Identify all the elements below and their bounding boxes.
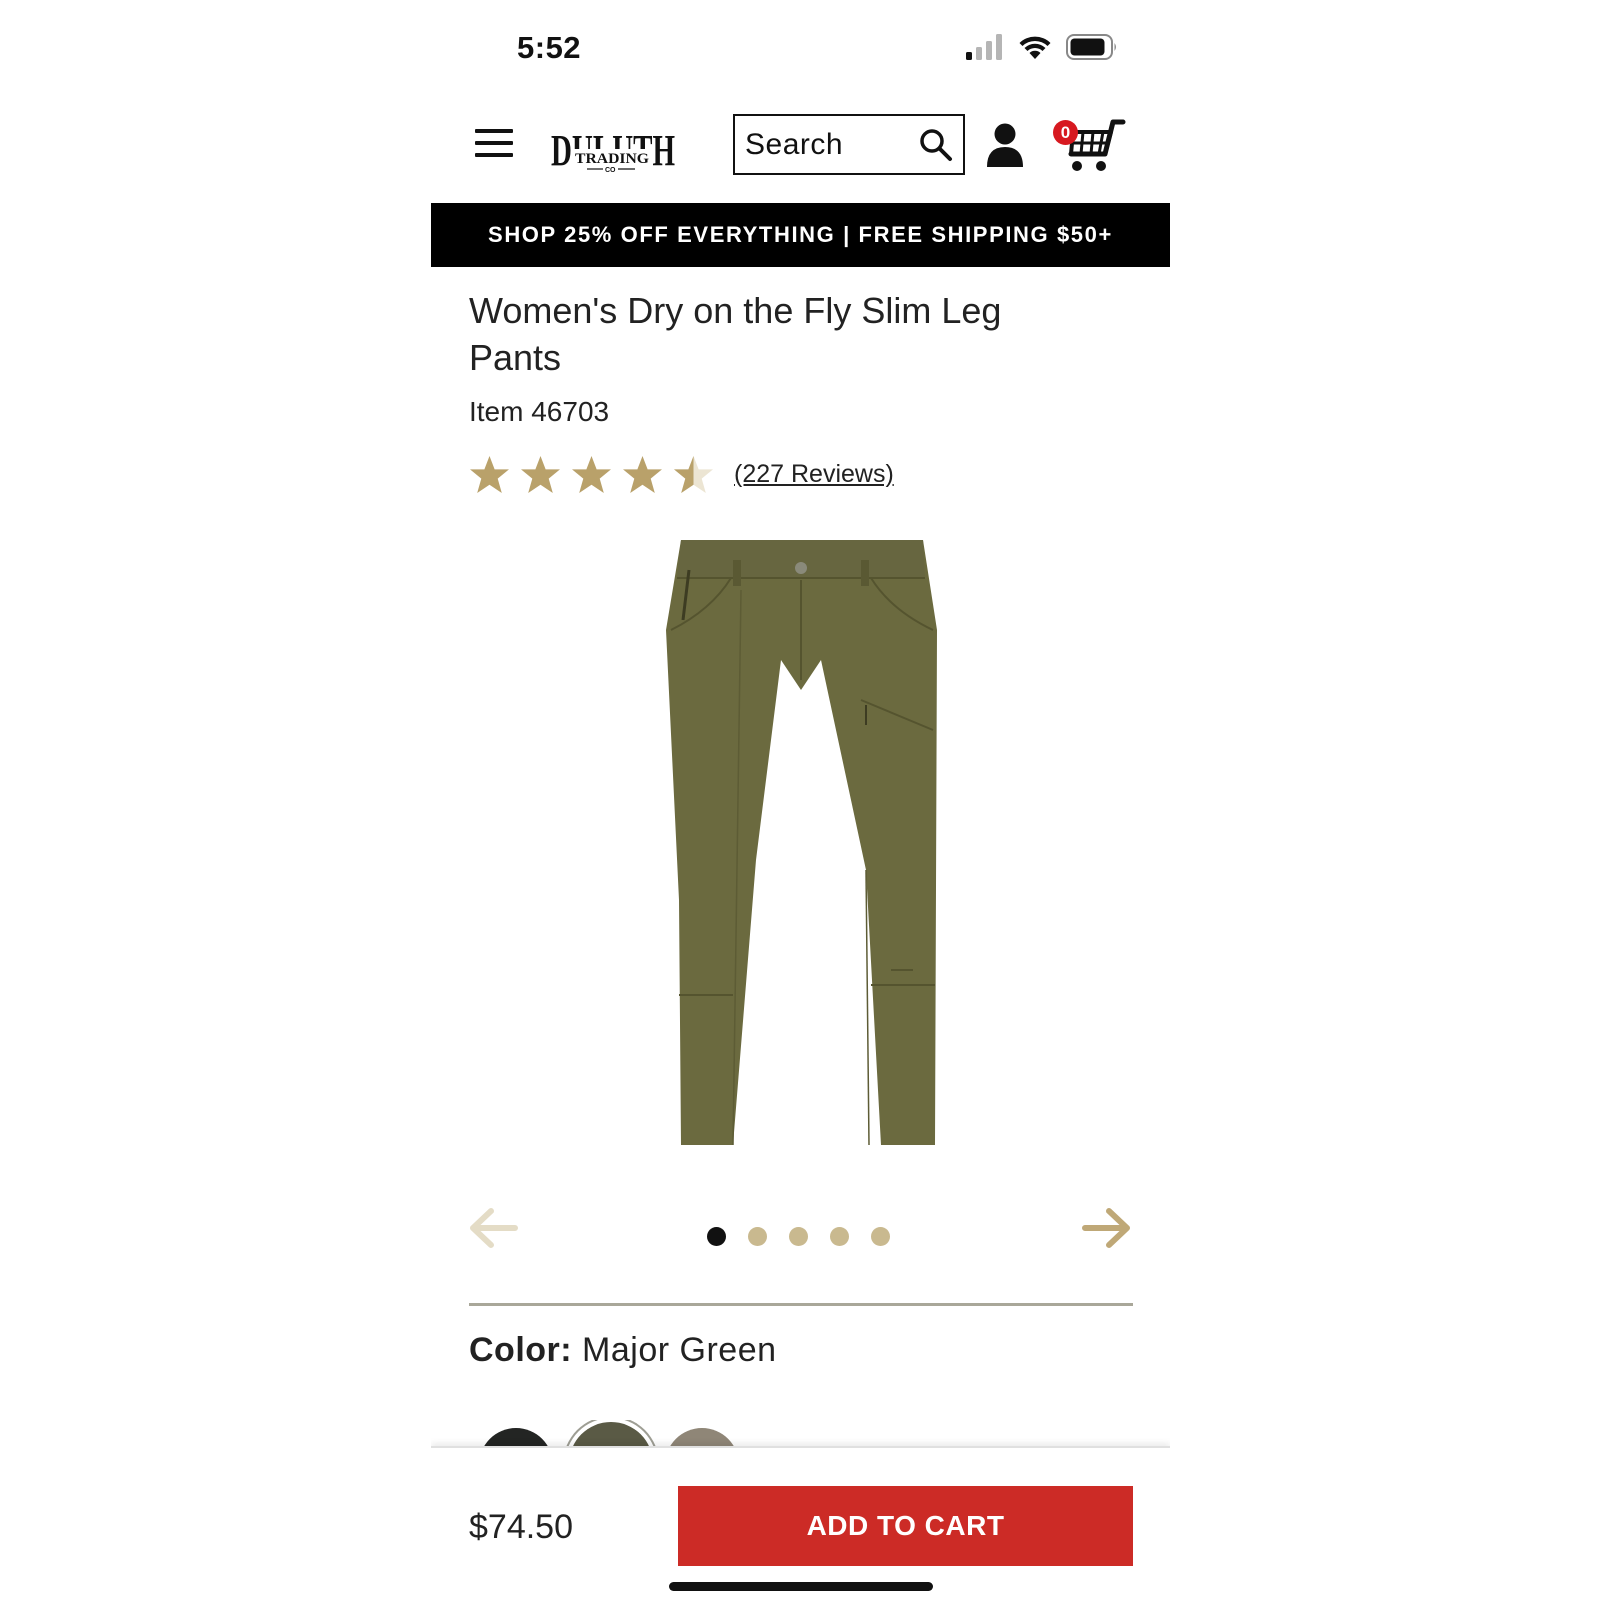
hamburger-menu-icon[interactable] (475, 129, 513, 159)
status-time: 5:52 (517, 30, 582, 65)
color-swatches (431, 1420, 1170, 1448)
wifi-icon (1019, 36, 1051, 59)
carousel-dot[interactable] (830, 1227, 849, 1246)
swatch-black[interactable] (479, 1428, 553, 1448)
carousel-dot[interactable] (871, 1227, 890, 1246)
cart-count-badge: 0 (1053, 120, 1078, 145)
cart-button[interactable]: 0 (1053, 118, 1127, 176)
carousel-dot[interactable] (707, 1227, 726, 1246)
sticky-purchase-bar: $74.50 ADD TO CART (431, 1446, 1170, 1600)
phone-screen: 5:52 DULUTH TRADING CO (431, 0, 1170, 1600)
previous-image-arrow-icon[interactable] (469, 1207, 519, 1249)
star-full-icon (470, 456, 509, 493)
search-icon[interactable] (919, 128, 953, 162)
site-header: DULUTH TRADING CO 0 (431, 105, 1170, 185)
color-value: Major Green (582, 1331, 777, 1369)
swatch-major-green[interactable] (569, 1422, 653, 1448)
status-icons (966, 34, 1118, 60)
color-label: Color: (469, 1331, 573, 1369)
battery-icon (1066, 34, 1116, 60)
color-selection-label: Color: Major Green (469, 1331, 777, 1370)
section-divider (469, 1303, 1133, 1306)
search-input[interactable] (745, 127, 915, 162)
swatch-khaki[interactable] (665, 1428, 739, 1448)
next-image-arrow-icon[interactable] (1081, 1207, 1131, 1249)
account-icon[interactable] (985, 122, 1025, 168)
product-price: $74.50 (469, 1508, 573, 1546)
duluth-logo[interactable]: DULUTH TRADING CO (549, 119, 679, 179)
rating-stars (469, 454, 714, 495)
add-to-cart-button[interactable]: ADD TO CART (678, 1486, 1133, 1566)
reviews-link[interactable]: (227 Reviews) (734, 460, 894, 489)
product-image[interactable] (641, 540, 961, 1170)
carousel-dots (707, 1227, 890, 1246)
star-full-icon (572, 456, 611, 493)
star-full-icon (521, 456, 560, 493)
product-rating: (227 Reviews) (469, 454, 894, 495)
carousel-dot[interactable] (748, 1227, 767, 1246)
item-number: Item 46703 (469, 396, 610, 427)
svg-text:TRADING: TRADING (575, 151, 649, 167)
cellular-signal-icon (966, 34, 1002, 60)
carousel-dot[interactable] (789, 1227, 808, 1246)
promo-banner[interactable]: SHOP 25% OFF EVERYTHING | FREE SHIPPING … (431, 203, 1170, 267)
search-box[interactable] (733, 114, 965, 175)
svg-text:CO: CO (605, 167, 616, 174)
star-half-icon (674, 456, 713, 493)
star-full-icon (623, 456, 662, 493)
product-title: Women's Dry on the Fly Slim Leg Pants (469, 290, 1002, 378)
home-indicator[interactable] (669, 1582, 933, 1591)
